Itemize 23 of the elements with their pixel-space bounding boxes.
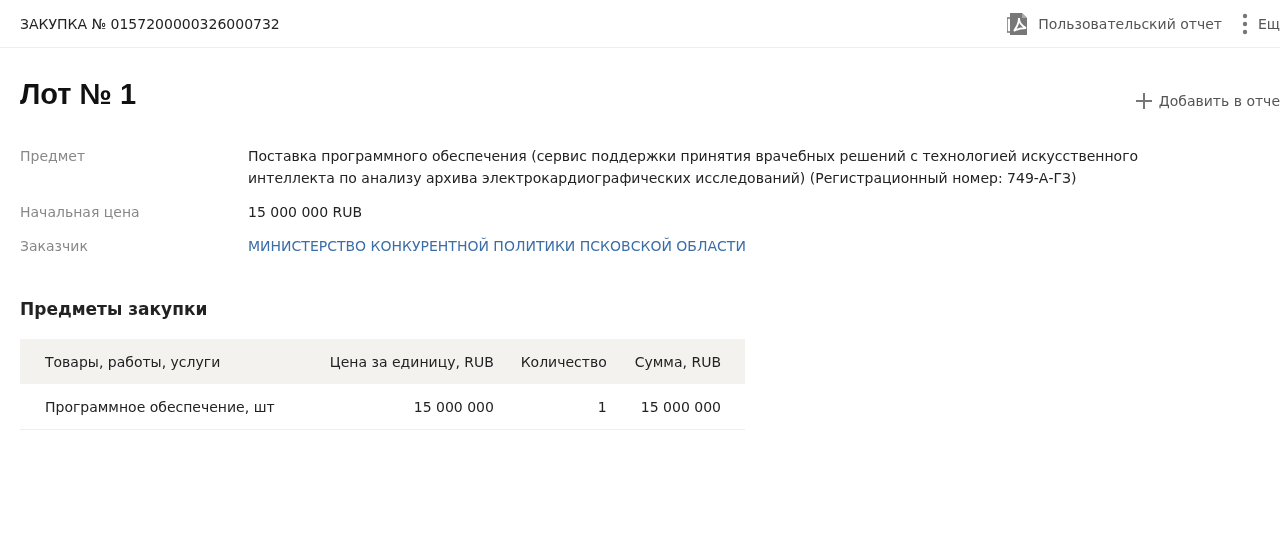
more-link[interactable]: Ещ	[1257, 15, 1280, 32]
pdf-icon	[1007, 11, 1030, 36]
more-icon[interactable]	[1241, 12, 1248, 35]
table-cell: 1	[502, 384, 616, 430]
column-header: Цена за единицу, RUB	[305, 339, 503, 384]
field-label: Предмет	[20, 147, 87, 166]
field-label: Начальная цена	[20, 203, 141, 222]
report-link[interactable]: Пользовательский отчет	[1007, 11, 1222, 36]
lot-title: Лот № 1	[20, 78, 137, 111]
field-value: 15 000 000 RUB	[248, 203, 364, 222]
page-title: ЗАКУПКА № 0157200000326000732	[20, 15, 280, 32]
customer-link[interactable]: МИНИСТЕРСТВО КОНКУРЕНТНОЙ ПОЛИТИКИ ПСКОВСКОЙ ОБЛАСТИ	[248, 235, 1198, 257]
section-title: Предметы закупки	[20, 299, 209, 319]
plus-icon	[1134, 91, 1153, 110]
field-label: Заказчик	[20, 237, 89, 256]
column-header: Количество	[502, 339, 616, 384]
column-header: Сумма, RUB	[615, 339, 745, 384]
field-value: Поставка программного обеспечения (сервис поддержки принятия врачебных решений с технологией искусственного интеллекта по анализу архива электрокардиографических исследований) (Регистрационный номер: 749-А-ГЗ)	[248, 147, 1140, 188]
table-cell: 15 000 000	[615, 384, 745, 430]
add-to-report-link[interactable]: Добавить в отче	[1134, 91, 1280, 110]
table-cell: Программное обеспечение, шт	[20, 384, 306, 430]
table-cell: 15 000 000	[305, 384, 503, 430]
column-header: Товары, работы, услуги	[20, 339, 306, 384]
